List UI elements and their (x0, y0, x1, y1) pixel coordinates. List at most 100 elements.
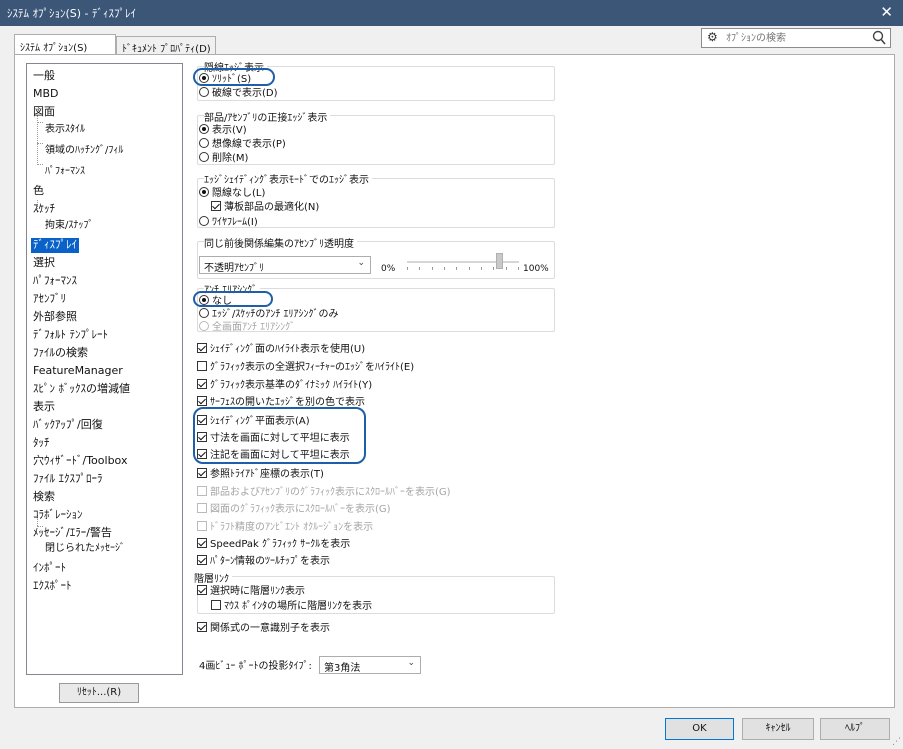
tree-item-featuremanager[interactable]: FeatureManager (33, 364, 123, 379)
tree-item-mbd[interactable]: MBD (33, 87, 59, 102)
tree-item-default-templates[interactable]: ﾃﾞﾌｫﾙﾄ ﾃﾝﾌﾟﾚｰﾄ (33, 328, 108, 343)
gear-icon: ⚙ (707, 30, 718, 44)
tree-item-drawing-performance[interactable]: ﾊﾟﾌｫｰﾏﾝｽ (45, 165, 85, 180)
checkbox-breadcrumbs-mouse[interactable]: ﾏｳｽ ﾎﾟｲﾝﾀの場所に階層ﾘﾝｸを表示 (211, 598, 372, 612)
checkbox-speedpak-circle[interactable]: SpeedPak ｸﾞﾗﾌｨｯｸ ｻｰｸﾙを表示 (197, 536, 350, 550)
checkbox-highlight-all-edges[interactable]: ｸﾞﾗﾌｨｯｸ表示の全選択ﾌｨｰﾁｬｰのｴｯｼﾞをﾊｲﾗｲﾄ(E) (197, 359, 414, 373)
radio-button (199, 320, 209, 331)
checkbox-label: ﾄﾞﾗﾌﾄ精度のｱﾝﾋﾞｴﾝﾄ ｵｸﾙｰｼﾞｮﾝを表示 (210, 522, 374, 533)
tree-item-messages-errors-warnings[interactable]: ﾒｯｾｰｼﾞ/ｴﾗｰ/警告 (33, 526, 112, 541)
transparency-combo[interactable]: 不透明ｱｾﾝﾌﾞﾘ ⌄ (199, 256, 371, 274)
transparency-slider[interactable]: 0% 100% (381, 251, 551, 277)
checkbox[interactable] (197, 584, 207, 595)
tree-connector (37, 143, 43, 144)
tree-item-file-explorer[interactable]: ﾌｧｲﾙ ｴｸｽﾌﾟﾛｰﾗ (33, 472, 103, 487)
checkbox[interactable] (197, 554, 207, 565)
radio-button[interactable] (199, 86, 209, 97)
radio-button[interactable] (199, 123, 209, 134)
reset-button[interactable]: ﾘｾｯﾄ...(R) (59, 683, 139, 703)
checkbox-unique-id[interactable]: 関係式の一意識別子を表示 (197, 620, 330, 634)
checkbox[interactable] (197, 378, 207, 389)
radio-tangent-removed[interactable]: 削除(M) (199, 150, 248, 164)
tab-system-options[interactable]: ｼｽﾃﾑ ｵﾌﾟｼｮﾝ(S) (14, 34, 116, 54)
checkbox[interactable] (211, 200, 221, 211)
title-bar: ｼｽﾃﾑ ｵﾌﾟｼｮﾝ(S) - ﾃﾞｨｽﾌﾟﾚｲ ✕ (0, 0, 903, 26)
checkbox (197, 520, 207, 531)
radio-tangent-phantom[interactable]: 想像線で表示(P) (199, 136, 286, 150)
tree-item-display-style[interactable]: 表示ｽﾀｲﾙ (45, 123, 85, 138)
radio-dashed[interactable]: 破線で表示(D) (199, 85, 278, 99)
tree-item-spin-box-increments[interactable]: ｽﾋﾟﾝ ﾎﾞｯｸｽの増減値 (33, 382, 130, 397)
tree-item-sketch[interactable]: ｽｹｯﾁ (33, 202, 55, 217)
tree-item-general[interactable]: 一般 (33, 69, 55, 84)
radio-tangent-visible[interactable]: 表示(V) (199, 122, 247, 136)
help-button[interactable]: ﾍﾙﾌﾟ (820, 718, 890, 740)
tree-item-view[interactable]: 表示 (33, 400, 55, 415)
checkbox-label: 参照ﾄﾗｲｱﾄﾞ座標の表示(T) (210, 469, 324, 480)
tree-item-assemblies[interactable]: ｱｾﾝﾌﾞﾘ (33, 292, 66, 307)
checkbox[interactable] (197, 467, 207, 478)
tree-item-relations-snaps[interactable]: 拘束/ｽﾅｯﾌﾟ (45, 219, 93, 234)
category-tree[interactable]: 一般 MBD 図面 表示ｽﾀｲﾙ 領域のﾊｯﾁﾝｸﾞ/ﾌｨﾙ ﾊﾟﾌｫｰﾏﾝｽ … (26, 63, 183, 675)
radio-button[interactable] (199, 215, 209, 226)
checkbox-highlight-shaded[interactable]: ｼｪｲﾃﾞｨﾝｸﾞ面のﾊｲﾗｲﾄ表示を使用(U) (197, 341, 365, 355)
tree-item-touch[interactable]: ﾀｯﾁ (33, 436, 50, 451)
tree-item-file-locations[interactable]: ﾌｧｲﾙの検索 (33, 346, 88, 361)
radio-wireframe[interactable]: ﾜｲﾔﾌﾚｰﾑ(I) (199, 214, 258, 228)
checkbox-dynamic-highlight[interactable]: ｸﾞﾗﾌｨｯｸ表示基準のﾀﾞｲﾅﾐｯｸ ﾊｲﾗｲﾄ(Y) (197, 377, 372, 391)
tree-item-dismissed-messages[interactable]: 閉じられたﾒｯｾｰｼﾞ (45, 542, 125, 557)
tree-item-backup-recover[interactable]: ﾊﾞｯｸｱｯﾌﾟ/回復 (33, 418, 103, 433)
checkbox-label: ﾊﾟﾀｰﾝ情報のﾂｰﾙﾁｯﾌﾟを表示 (210, 556, 330, 567)
checkbox[interactable] (197, 360, 207, 371)
radio-button[interactable] (199, 137, 209, 148)
tree-item-display[interactable]: ﾃﾞｨｽﾌﾟﾚｲ (31, 238, 79, 253)
cancel-button[interactable]: ｷｬﾝｾﾙ (742, 718, 814, 740)
tree-item-external-references[interactable]: 外部参照 (33, 310, 77, 325)
close-icon[interactable]: ✕ (880, 3, 893, 21)
checkbox-sheetmetal[interactable]: 薄板部品の最適化(N) (211, 199, 319, 213)
checkbox-open-edges-color[interactable]: ｻｰﾌｪｽの開いたｴｯｼﾞを別の色で表示 (197, 394, 365, 408)
tree-item-search[interactable]: 検索 (33, 490, 55, 505)
resize-grip-icon[interactable]: ⋰ (892, 737, 901, 747)
checkbox-reference-triad[interactable]: 参照ﾄﾗｲｱﾄﾞ座標の表示(T) (197, 466, 324, 480)
checkbox[interactable] (197, 342, 207, 353)
projection-combo[interactable]: 第3角法 ⌄ (319, 656, 421, 674)
tab-document-properties[interactable]: ﾄﾞｷｭﾒﾝﾄ ﾌﾟﾛﾊﾟﾃｨ(D) (116, 36, 216, 55)
checkbox-label: 図面のｸﾞﾗﾌｨｯｸ表示にｽｸﾛｰﾙﾊﾞｰを表示(G) (210, 504, 391, 515)
tree-item-collaboration[interactable]: ｺﾗﾎﾞﾚｰｼｮﾝ (33, 508, 83, 523)
chevron-down-icon: ⌄ (357, 258, 365, 268)
checkbox[interactable] (197, 537, 207, 548)
checkbox (197, 485, 207, 496)
tree-item-selection[interactable]: 選択 (33, 256, 55, 271)
radio-hlr[interactable]: 隠線なし(L) (199, 185, 266, 199)
ok-button[interactable]: OK (665, 718, 734, 740)
radio-button[interactable] (199, 307, 209, 318)
tree-item-area-hatch[interactable]: 領域のﾊｯﾁﾝｸﾞ/ﾌｨﾙ (45, 144, 123, 159)
checkbox[interactable] (197, 395, 207, 406)
tree-item-drawings[interactable]: 図面 (33, 105, 55, 120)
checkbox-breadcrumbs-selection[interactable]: 選択時に階層ﾘﾝｸ表示 (197, 583, 305, 597)
tree-item-import[interactable]: ｲﾝﾎﾟｰﾄ (33, 561, 66, 576)
radio-label: 想像線で表示(P) (212, 139, 286, 150)
radio-dashed-label: 破線で表示(D) (212, 88, 278, 99)
tree-item-performance[interactable]: ﾊﾟﾌｫｰﾏﾝｽ (33, 274, 77, 289)
radio-button[interactable] (199, 151, 209, 162)
tree-item-hole-wizard-toolbox[interactable]: 穴ｳｨｻﾞｰﾄﾞ/Toolbox (33, 454, 127, 469)
search-icon[interactable] (872, 30, 886, 49)
checkbox-label: 関係式の一意識別子を表示 (210, 623, 330, 634)
radio-label: 隠線なし(L) (212, 188, 266, 199)
tree-connector (37, 122, 43, 123)
search-input[interactable] (724, 31, 864, 45)
tree-item-colors[interactable]: 色 (33, 184, 44, 199)
checkbox[interactable] (211, 599, 221, 610)
tree-item-export[interactable]: ｴｸｽﾎﾟｰﾄ (33, 579, 72, 594)
options-dialog: ｼｽﾃﾑ ｵﾌﾟｼｮﾝ(S) - ﾃﾞｨｽﾌﾟﾚｲ ✕ ｼｽﾃﾑ ｵﾌﾟｼｮﾝ(… (0, 0, 903, 749)
slider-thumb[interactable] (495, 253, 503, 269)
checkbox-pattern-tooltip[interactable]: ﾊﾟﾀｰﾝ情報のﾂｰﾙﾁｯﾌﾟを表示 (197, 553, 330, 567)
checkbox[interactable] (197, 621, 207, 632)
options-search-box[interactable]: ⚙ (701, 28, 891, 48)
checkbox-label: 部品およびｱｾﾝﾌﾞﾘのｸﾞﾗﾌｨｯｸ表示にｽｸﾛｰﾙﾊﾞｰを表示(G) (210, 487, 451, 498)
radio-button[interactable] (199, 186, 209, 197)
combo-value: 不透明ｱｾﾝﾌﾞﾘ (204, 263, 264, 274)
highlight-annotation (193, 407, 366, 464)
